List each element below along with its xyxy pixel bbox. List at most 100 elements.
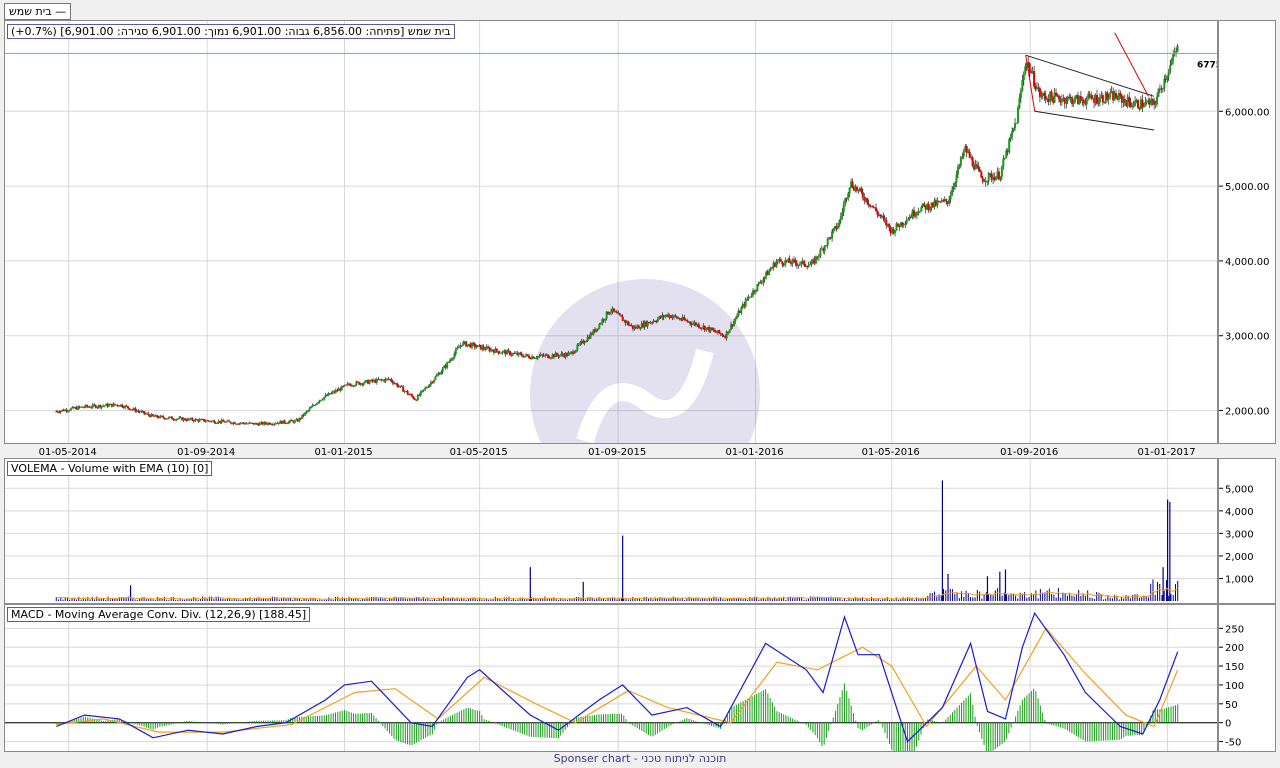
candle-body xyxy=(803,260,806,266)
candle-body xyxy=(779,259,782,262)
candle-body xyxy=(293,420,296,423)
candle-body xyxy=(561,353,564,355)
candle-body xyxy=(686,320,689,322)
candle-body xyxy=(876,211,879,215)
candle-body xyxy=(1156,96,1159,104)
candle-body xyxy=(422,389,425,391)
candle-body xyxy=(131,409,134,411)
candle-body xyxy=(732,321,735,326)
candle-body xyxy=(427,387,430,389)
macd-tick-label: 0 xyxy=(1225,719,1231,730)
price-tick-label: 4,000.00 xyxy=(1225,257,1270,268)
annotation-6775: 6775 xyxy=(1197,60,1217,70)
candle-body xyxy=(314,404,317,406)
candle-body xyxy=(861,192,864,198)
volume-tick-label: 3,000 xyxy=(1225,529,1254,540)
candle-body xyxy=(896,223,899,227)
candle-body xyxy=(151,414,154,416)
candle-body xyxy=(683,316,686,320)
candle-body xyxy=(962,150,965,157)
candle-body xyxy=(362,383,365,385)
instrument-tab[interactable]: בית שמש — xyxy=(4,3,72,20)
candle-body xyxy=(457,347,460,349)
candle-body xyxy=(1098,97,1101,103)
candle-body xyxy=(507,350,510,352)
candle-body xyxy=(1123,98,1126,102)
candle-body xyxy=(807,265,810,268)
candle-body xyxy=(547,354,550,358)
candle-body xyxy=(857,189,860,191)
candle-body xyxy=(740,307,743,314)
candle-body xyxy=(1085,99,1088,105)
candle-body xyxy=(598,323,601,329)
macd-panel: MACD - Moving Average Conv. Div. (12,26,… xyxy=(4,604,1218,768)
candle-body xyxy=(664,315,667,318)
candle-body xyxy=(728,329,731,334)
candle-body xyxy=(599,323,602,325)
candle-body xyxy=(1024,66,1027,74)
candle-body xyxy=(832,228,835,232)
watermark-circle xyxy=(530,279,760,509)
candle-body xyxy=(1050,91,1053,98)
price-tick-label: 5,000.00 xyxy=(1225,182,1270,193)
candle-body xyxy=(608,312,611,315)
candle-body xyxy=(1018,98,1021,108)
candle-body xyxy=(975,164,978,166)
candle-body xyxy=(883,218,886,220)
candle-body xyxy=(999,176,1002,180)
candle-body xyxy=(848,187,851,194)
candle-body xyxy=(1090,95,1093,99)
date-tick-label: 01-09-2015 xyxy=(588,447,646,458)
date-tick-label: 01-05-2015 xyxy=(450,447,508,458)
candle-body xyxy=(1151,98,1154,101)
volume-chart xyxy=(5,459,1217,603)
candle-body xyxy=(264,422,267,424)
candle-body xyxy=(1057,95,1060,100)
candle-body xyxy=(216,422,219,424)
candle-body xyxy=(569,352,572,354)
candle-body xyxy=(618,313,621,316)
candle-body xyxy=(156,415,159,418)
candle-body xyxy=(904,223,907,225)
macd-y-axis: -50 0 50 100 150 200 250 xyxy=(1218,604,1276,752)
candle-body xyxy=(315,403,318,405)
candle-body xyxy=(69,408,72,411)
candle-body xyxy=(894,230,897,234)
candle-body xyxy=(749,296,752,298)
candle-body xyxy=(615,311,618,314)
candle-body xyxy=(391,381,394,384)
candle-body xyxy=(823,245,826,251)
candle-body xyxy=(800,261,803,265)
candle-body xyxy=(353,385,356,387)
candle-body xyxy=(788,258,791,263)
candle-body xyxy=(971,157,974,166)
channel-upper xyxy=(1025,54,1155,97)
candle-body xyxy=(321,399,324,401)
candle-body xyxy=(968,151,971,158)
candle-body xyxy=(674,315,677,317)
candle-body xyxy=(838,220,841,226)
candle-body xyxy=(510,354,513,356)
volume-tick-label: 2,000 xyxy=(1225,552,1254,563)
volume-tick-label: 1,000 xyxy=(1225,574,1254,585)
candle-body xyxy=(1167,72,1170,76)
candle-body xyxy=(396,383,399,387)
candle-body xyxy=(961,156,964,158)
candle-body xyxy=(987,173,990,181)
candle-body xyxy=(1088,93,1091,96)
date-x-axis: 01-05-2014 01-09-2014 01-01-2015 01-05-2015… xyxy=(39,447,1196,458)
candle-body xyxy=(760,282,763,284)
candle-body xyxy=(713,330,716,332)
candle-body xyxy=(440,371,443,375)
candle-body xyxy=(1016,107,1019,123)
candle-body xyxy=(825,245,828,247)
candle-body xyxy=(882,215,885,219)
candle-body xyxy=(1172,54,1175,61)
candle-body xyxy=(526,354,529,356)
price-y-axis: 2,000.00 3,000.00 4,000.00 5,000.00 6,000.00 xyxy=(1218,20,1276,444)
volume-panel: VOLEMA - Volume with EMA (10) [0] xyxy=(4,458,1218,604)
candle-body xyxy=(872,205,875,208)
candle-body xyxy=(103,405,106,407)
candle-body xyxy=(308,408,311,411)
candle-body xyxy=(610,311,613,313)
